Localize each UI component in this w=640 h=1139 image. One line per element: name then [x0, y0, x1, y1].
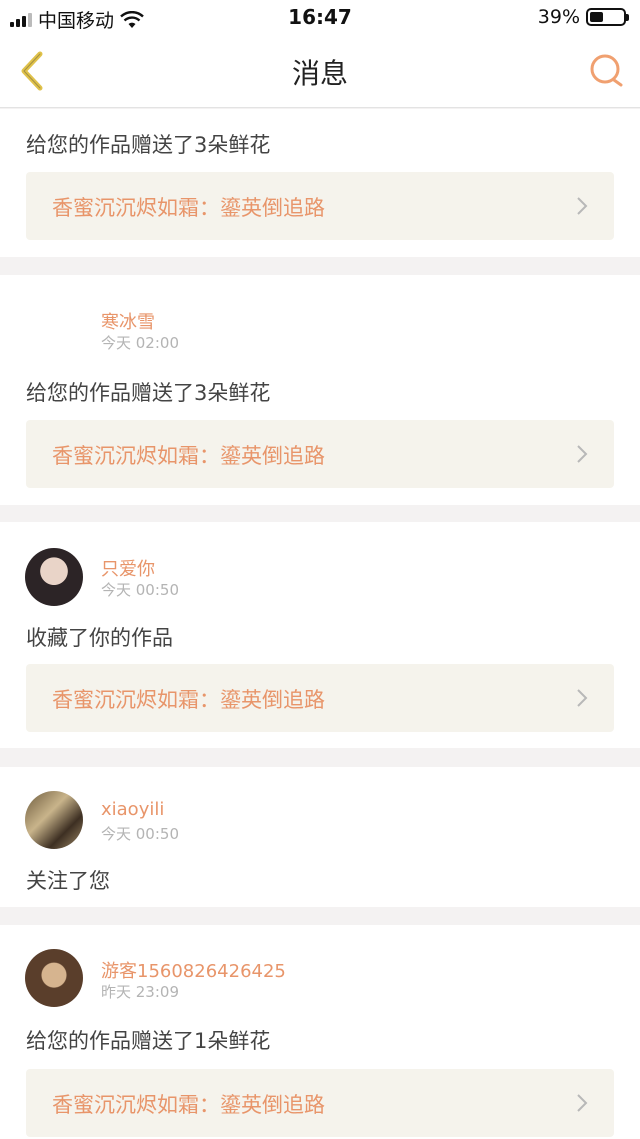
message-time: 今天 00:50: [101, 825, 179, 843]
search-icon[interactable]: [588, 52, 626, 90]
message-action: 关注了您: [26, 869, 110, 893]
nav-bar: 消息: [0, 34, 640, 108]
message-action: 给您的作品赠送了3朵鲜花: [26, 133, 271, 157]
avatar[interactable]: [25, 791, 83, 849]
message-card: 给您的作品赠送了3朵鲜花 香蜜沉沉烬如霜：鎏英倒追路: [0, 109, 640, 257]
message-card: 寒冰雪 今天 02:00 给您的作品赠送了3朵鲜花 香蜜沉沉烬如霜：鎏英倒追路: [0, 275, 640, 505]
work-title: 香蜜沉沉烬如霜：鎏英倒追路: [52, 444, 325, 468]
battery-percent: 39%: [537, 6, 580, 28]
user-name[interactable]: xiaoyili: [101, 799, 164, 820]
message-time: 今天 02:00: [101, 334, 179, 352]
user-name[interactable]: 只爱你: [101, 555, 155, 581]
status-bar: 中国移动 16:47 39%: [0, 0, 640, 34]
work-link[interactable]: 香蜜沉沉烬如霜：鎏英倒追路: [26, 172, 614, 240]
user-name[interactable]: 寒冰雪: [101, 308, 155, 334]
work-link[interactable]: 香蜜沉沉烬如霜：鎏英倒追路: [26, 420, 614, 488]
chevron-right-icon: [577, 445, 588, 463]
battery-icon: [586, 8, 629, 26]
work-title: 香蜜沉沉烬如霜：鎏英倒追路: [52, 688, 325, 712]
chevron-right-icon: [577, 197, 588, 215]
work-title: 香蜜沉沉烬如霜：鎏英倒追路: [52, 1093, 325, 1117]
avatar[interactable]: [25, 949, 83, 1007]
work-link[interactable]: 香蜜沉沉烬如霜：鎏英倒追路: [26, 664, 614, 732]
message-card: 游客1560826426425 昨天 23:09 给您的作品赠送了1朵鲜花 香蜜…: [0, 925, 640, 1139]
message-card: 只爱你 今天 00:50 收藏了你的作品 香蜜沉沉烬如霜：鎏英倒追路: [0, 522, 640, 748]
chevron-right-icon: [577, 689, 588, 707]
message-action: 给您的作品赠送了3朵鲜花: [26, 381, 271, 405]
user-name[interactable]: 游客1560826426425: [101, 957, 286, 983]
message-card: xiaoyili 今天 00:50 关注了您: [0, 767, 640, 907]
chevron-right-icon: [577, 1094, 588, 1112]
work-title: 香蜜沉沉烬如霜：鎏英倒追路: [52, 196, 325, 220]
message-time: 今天 00:50: [101, 581, 179, 599]
work-link[interactable]: 香蜜沉沉烬如霜：鎏英倒追路: [26, 1069, 614, 1137]
message-action: 收藏了你的作品: [26, 626, 173, 650]
status-right: 39%: [537, 6, 629, 28]
message-action: 给您的作品赠送了1朵鲜花: [26, 1029, 271, 1053]
message-time: 昨天 23:09: [101, 983, 179, 1001]
page-title: 消息: [291, 57, 348, 90]
avatar[interactable]: [25, 548, 83, 606]
